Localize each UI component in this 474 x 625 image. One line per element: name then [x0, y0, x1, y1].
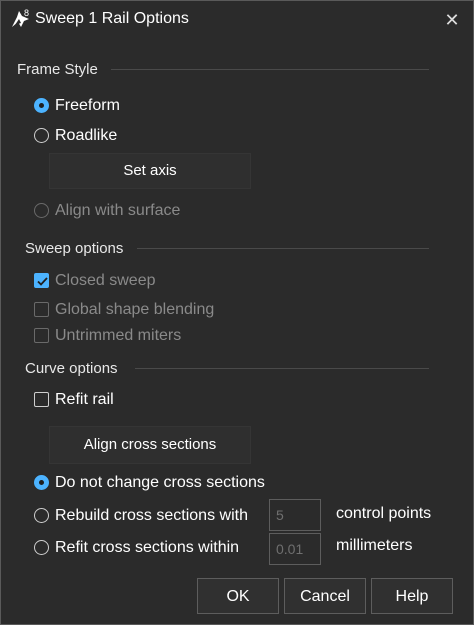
window-title: Sweep 1 Rail Options — [35, 10, 189, 27]
frame-style-heading: Frame Style — [17, 61, 98, 78]
control-points-unit: control points — [336, 505, 432, 522]
closed-sweep-checkbox[interactable] — [34, 273, 49, 288]
ok-button[interactable]: OK — [197, 578, 279, 614]
freeform-radio[interactable] — [34, 98, 49, 113]
untrimmed-miters-label: Untrimmed miters — [55, 327, 182, 344]
rebuild-radio[interactable] — [34, 508, 49, 523]
tolerance-unit: millimeters — [336, 537, 413, 554]
checkmark-icon — [37, 277, 48, 286]
help-button[interactable]: Help — [371, 578, 453, 614]
align-with-surface-label: Align with surface — [55, 202, 181, 219]
refit-radio[interactable] — [34, 540, 49, 555]
refit-label[interactable]: Refit cross sections within — [55, 539, 239, 557]
global-shape-blending-checkbox[interactable] — [34, 302, 49, 317]
do-not-change-radio[interactable] — [34, 475, 49, 490]
roadlike-label[interactable]: Roadlike — [55, 127, 117, 145]
control-points-input[interactable]: 5 — [269, 499, 321, 531]
sweep-options-heading: Sweep options — [25, 240, 124, 257]
align-with-surface-radio[interactable] — [34, 203, 49, 218]
refit-rail-label[interactable]: Refit rail — [55, 391, 114, 409]
rhino-app-icon: 8 — [12, 8, 29, 27]
roadlike-radio[interactable] — [34, 128, 49, 143]
tolerance-input[interactable]: 0.01 — [269, 533, 321, 565]
cancel-button[interactable]: Cancel — [284, 578, 366, 614]
do-not-change-label[interactable]: Do not change cross sections — [55, 474, 265, 492]
sweep-options-divider — [137, 248, 429, 249]
app-badge: 8 — [24, 8, 29, 18]
untrimmed-miters-checkbox[interactable] — [34, 328, 49, 343]
align-cross-sections-button[interactable]: Align cross sections — [49, 426, 251, 464]
set-axis-button[interactable]: Set axis — [49, 153, 251, 189]
curve-options-heading: Curve options — [25, 360, 118, 377]
freeform-label[interactable]: Freeform — [55, 97, 120, 115]
close-icon[interactable]: ✕ — [439, 7, 465, 33]
closed-sweep-label: Closed sweep — [55, 272, 156, 289]
global-shape-blending-label: Global shape blending — [55, 301, 215, 318]
title-bar[interactable]: 8 Sweep 1 Rail Options ✕ — [1, 1, 473, 41]
frame-style-divider — [111, 69, 429, 70]
rebuild-label[interactable]: Rebuild cross sections with — [55, 507, 248, 525]
sweep-options-dialog: 8 Sweep 1 Rail Options ✕ Frame Style Fre… — [0, 0, 474, 625]
curve-options-divider — [135, 368, 429, 369]
refit-rail-checkbox[interactable] — [34, 392, 49, 407]
